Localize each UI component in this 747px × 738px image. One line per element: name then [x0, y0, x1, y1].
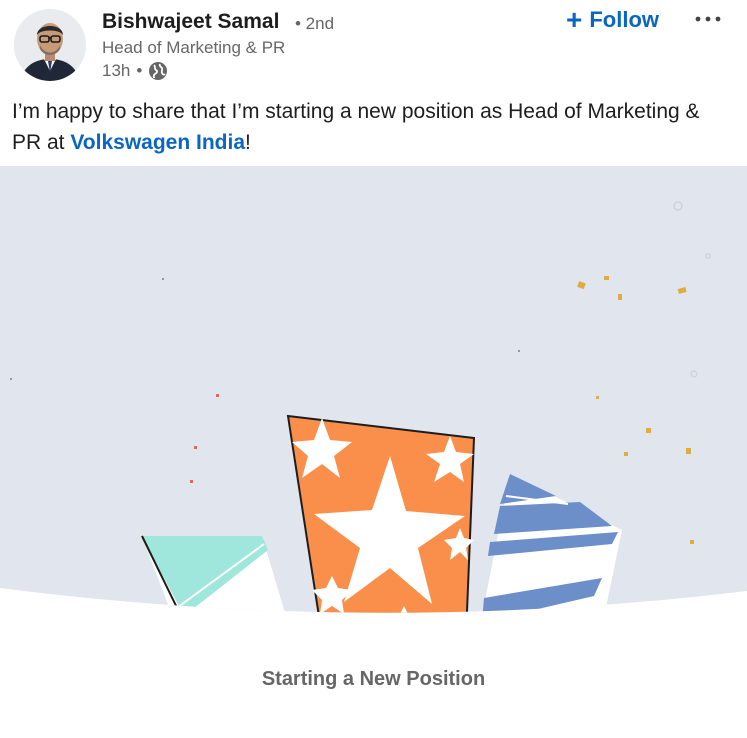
author-headline: Head of Marketing & PR — [102, 38, 286, 57]
feed-post: Bishwajeet Samal • 2nd Head of Marketing… — [0, 0, 747, 738]
author-name[interactable]: Bishwajeet Samal — [102, 10, 279, 34]
follow-button[interactable]: + Follow — [558, 2, 667, 38]
avatar-photo — [14, 9, 86, 81]
post-text-end: ! — [245, 131, 251, 154]
orange-gift-illustration — [286, 414, 476, 613]
author-avatar[interactable] — [14, 9, 86, 81]
plus-icon: + — [566, 4, 583, 35]
follow-label: Follow — [589, 7, 660, 32]
post-header: Bishwajeet Samal • 2nd Head of Marketing… — [0, 0, 747, 90]
post-timestamp[interactable]: 13h — [102, 61, 130, 81]
ellipsis-icon — [695, 16, 721, 22]
celebration-illustration — [0, 166, 747, 613]
post-meta: 13h • — [102, 60, 168, 82]
globe-icon — [149, 62, 168, 80]
more-options-button[interactable] — [688, 4, 728, 34]
meta-separator: • — [136, 61, 143, 80]
company-mention-link[interactable]: Volkswagen India — [70, 131, 245, 154]
connection-degree: • 2nd — [295, 14, 335, 33]
post-text: I’m happy to share that I’m starting a n… — [12, 96, 732, 158]
celebration-image[interactable] — [0, 166, 747, 626]
card-caption: Starting a New Position — [261, 668, 486, 690]
